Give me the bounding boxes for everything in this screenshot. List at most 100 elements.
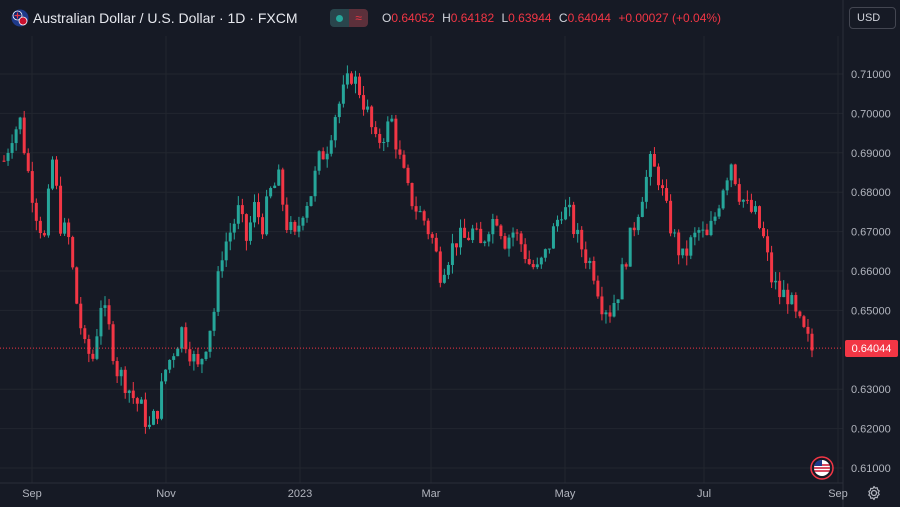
- candle: [406, 164, 410, 186]
- candle: [236, 196, 240, 230]
- candle: [192, 350, 196, 371]
- candle: [681, 248, 685, 259]
- candle: [321, 147, 325, 160]
- x-tick-label: Sep: [828, 488, 848, 500]
- candle: [616, 299, 620, 311]
- candle: [539, 256, 543, 269]
- candle: [95, 329, 99, 361]
- candle: [329, 135, 333, 157]
- candle: [652, 147, 656, 167]
- candle: [123, 366, 127, 399]
- y-tick-label: 0.71000: [851, 69, 891, 81]
- candle: [770, 245, 774, 288]
- candle: [491, 213, 495, 244]
- candle: [103, 296, 107, 317]
- candle: [224, 232, 228, 267]
- candle: [511, 227, 515, 247]
- high-value: 0.64182: [450, 11, 495, 25]
- candle: [119, 367, 123, 386]
- candle: [6, 148, 10, 166]
- candle: [147, 416, 151, 430]
- candle: [265, 189, 269, 236]
- currency-selector[interactable]: USD: [849, 7, 896, 29]
- candle: [753, 200, 757, 215]
- ohlc-values: O0.64052 H0.64182 L0.63944 C0.64044 +0.0…: [382, 11, 722, 25]
- candle: [535, 257, 539, 270]
- candle: [63, 217, 67, 236]
- y-tick-label: 0.69000: [851, 148, 891, 160]
- price-chart[interactable]: 0.71000 0.70000 0.69000 0.68000 0.67000 0.660…: [0, 0, 900, 507]
- candle: [620, 257, 624, 300]
- low-value: 0.63944: [508, 11, 552, 25]
- candle: [394, 114, 398, 159]
- candle: [277, 164, 281, 186]
- candle: [91, 349, 95, 362]
- status-pills[interactable]: ≈: [330, 9, 368, 27]
- y-tick-label: 0.65000: [851, 305, 891, 317]
- candle: [600, 286, 604, 321]
- candle: [741, 199, 745, 208]
- candle: [515, 229, 519, 241]
- candle: [18, 116, 22, 135]
- candle: [22, 110, 26, 155]
- candle: [349, 71, 353, 86]
- market-open-indicator[interactable]: [330, 9, 349, 27]
- us-flag-icon[interactable]: [810, 456, 834, 480]
- candle: [135, 396, 139, 412]
- candle: [446, 261, 450, 280]
- x-tick-label: Sep: [22, 488, 42, 500]
- candle: [661, 179, 665, 196]
- candle: [527, 250, 531, 266]
- candle: [107, 298, 111, 330]
- candle: [782, 280, 786, 298]
- candle: [450, 233, 454, 274]
- candle: [248, 215, 252, 245]
- change-value: +0.00027 (+0.04%): [618, 11, 722, 25]
- candle: [317, 150, 321, 175]
- candle: [604, 310, 608, 324]
- aud-usd-flag-icon[interactable]: [11, 9, 29, 27]
- symbol-title[interactable]: Australian Dollar / U.S. Dollar · 1D · F…: [33, 10, 298, 26]
- candle: [551, 223, 555, 249]
- chart-header: Australian Dollar / U.S. Dollar · 1D · F…: [0, 0, 842, 36]
- candle: [454, 243, 458, 256]
- candle: [766, 229, 770, 261]
- y-tick-label: 0.62000: [851, 424, 891, 436]
- candle: [471, 224, 475, 243]
- gear-icon[interactable]: [866, 485, 882, 501]
- candle: [38, 216, 42, 239]
- candle: [418, 205, 422, 213]
- candle: [665, 179, 669, 204]
- candle: [390, 114, 394, 123]
- price-axis: 0.71000 0.70000 0.69000 0.68000 0.67000 0.660…: [0, 0, 891, 507]
- candle: [115, 357, 119, 383]
- candle: [705, 223, 709, 236]
- candle: [374, 121, 378, 138]
- candle: [370, 105, 374, 135]
- candles: [2, 65, 814, 434]
- candle: [358, 73, 362, 99]
- candle: [139, 396, 143, 404]
- candle: [503, 232, 507, 250]
- candle: [774, 271, 778, 290]
- candle: [543, 248, 547, 262]
- candle: [414, 196, 418, 220]
- time-axis: Sep Nov 2023 Mar May Jul Sep: [22, 488, 848, 500]
- data-delay-indicator[interactable]: ≈: [349, 9, 368, 27]
- candle: [644, 169, 648, 209]
- candle: [519, 230, 523, 252]
- candle: [14, 126, 18, 151]
- candle: [156, 410, 160, 425]
- candle: [168, 359, 172, 374]
- candle: [111, 321, 115, 365]
- candle: [790, 292, 794, 305]
- candle: [252, 194, 256, 228]
- candle: [50, 156, 54, 191]
- candle: [337, 101, 341, 124]
- candle: [257, 193, 261, 225]
- candle: [669, 194, 673, 237]
- candle: [410, 182, 414, 210]
- y-tick-label: 0.68000: [851, 187, 891, 199]
- x-tick-label: May: [555, 488, 576, 500]
- candle: [75, 266, 79, 305]
